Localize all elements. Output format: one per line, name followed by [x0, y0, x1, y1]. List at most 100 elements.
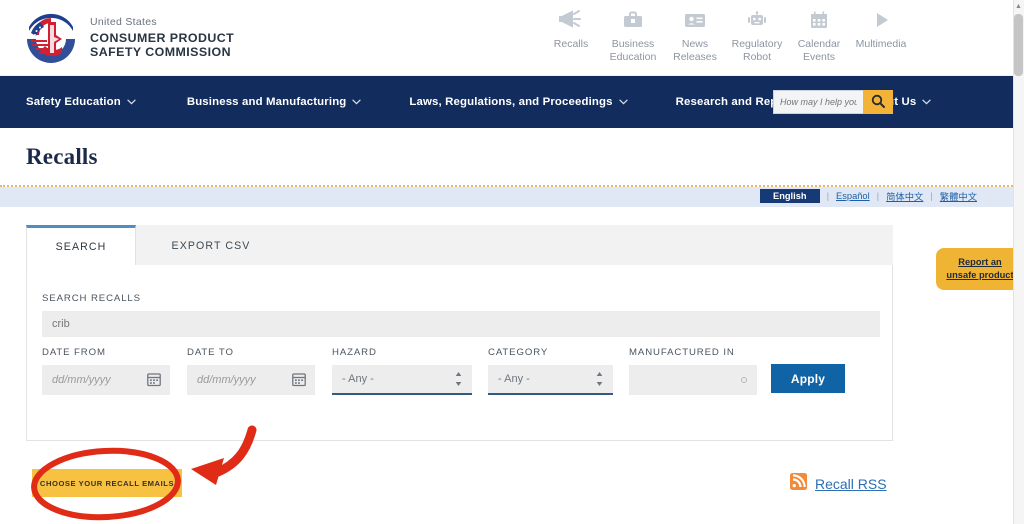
hazard-group: HAZARD - Any - [332, 347, 472, 395]
search-input[interactable] [773, 90, 863, 114]
language-separator: | [930, 190, 933, 202]
manufactured-in-input[interactable] [629, 365, 757, 395]
language-active-english[interactable]: English [760, 189, 820, 203]
utility-item-label: Calendar [797, 38, 841, 50]
scroll-up-arrow-icon[interactable]: ▲ [1014, 1, 1023, 11]
brand-line-small: United States [90, 16, 157, 29]
utility-item-regulatory-robot[interactable]: Regulatory Robot [726, 8, 788, 64]
category-group: CATEGORY - Any - [488, 347, 613, 395]
id-card-icon [664, 8, 726, 34]
category-select[interactable]: - Any - [488, 365, 613, 395]
calendar-icon[interactable] [292, 372, 306, 392]
manufactured-in-label: MANUFACTURED IN [629, 347, 735, 358]
panel-tabs: SEARCH EXPORT CSV [26, 225, 286, 265]
search-submit-button[interactable] [863, 90, 893, 114]
search-recalls-input[interactable] [42, 311, 880, 337]
utility-item-label-2: Releases [673, 51, 717, 64]
filter-row: DATE FROM dd/mm/yyyy DATE TO dd/mm/yyyy [42, 347, 880, 395]
report-tab-line-1: Report an [958, 257, 1002, 268]
nav-item-label: Safety Education [26, 96, 121, 108]
utility-item-label: Regulatory [731, 38, 783, 50]
page-root: United States CONSUMER PRODUCT SAFETY CO… [0, 0, 1024, 524]
brand-logo[interactable]: United States CONSUMER PRODUCT SAFETY CO… [22, 9, 234, 67]
utility-item-multimedia[interactable]: Multimedia [850, 8, 912, 64]
date-from-input[interactable]: dd/mm/yyyy [42, 365, 170, 395]
category-value: - Any - [498, 373, 530, 385]
recall-rss-link[interactable]: Recall RSS [790, 473, 887, 495]
utility-item-recalls[interactable]: Recalls [540, 8, 602, 64]
scrollbar-thumb[interactable] [1014, 14, 1023, 76]
red-arrow-head-icon [191, 458, 224, 485]
page-title-area: Recalls [0, 128, 1013, 186]
date-to-placeholder: dd/mm/yyyy [197, 374, 256, 386]
date-to-group: DATE TO dd/mm/yyyy [187, 347, 315, 395]
utility-item-label-2: Events [802, 51, 836, 64]
utility-item-label: News [681, 38, 709, 50]
language-link-traditional-chinese[interactable]: 繁體中文 [940, 189, 977, 203]
apply-button[interactable]: Apply [771, 364, 845, 393]
date-from-placeholder: dd/mm/yyyy [52, 374, 111, 386]
recall-rss-label: Recall RSS [815, 476, 887, 492]
nav-item-safety-education[interactable]: Safety Education [26, 96, 136, 108]
main-navigation: Safety Education Business and Manufactur… [0, 76, 1013, 128]
header-search [773, 90, 893, 114]
calendar-icon[interactable] [147, 372, 161, 392]
language-bar: English | Español | 简体中文 | 繁體中文 [0, 187, 1013, 207]
search-recalls-group: SEARCH RECALLS [42, 293, 880, 337]
robot-icon [726, 8, 788, 34]
search-panel-zone: SEARCH EXPORT CSV SEARCH RECALLS DATE FR… [0, 207, 1013, 462]
tab-search[interactable]: SEARCH [26, 225, 136, 265]
chevron-down-icon [922, 96, 932, 108]
report-tab-label: Report an unsafe product [946, 256, 1013, 281]
search-form-panel: SEARCH RECALLS DATE FROM dd/mm/yyyy DATE… [26, 265, 893, 441]
select-stepper-icon [455, 371, 462, 388]
megaphone-icon [540, 8, 602, 34]
date-from-label: DATE FROM [42, 347, 106, 358]
site-header: United States CONSUMER PRODUCT SAFETY CO… [0, 0, 1013, 76]
utility-item-label: Multimedia [855, 38, 907, 50]
select-stepper-icon [596, 371, 603, 388]
nav-item-business-and-manufacturing[interactable]: Business and Manufacturing [187, 96, 362, 108]
utility-item-label-2: Education [609, 51, 657, 64]
brand-line-2: SAFETY COMMISSION [90, 45, 231, 60]
tab-label: EXPORT CSV [171, 239, 251, 252]
manufactured-in-group: MANUFACTURED IN [629, 347, 757, 395]
utility-item-label-2: Robot [742, 51, 772, 64]
calendar-icon [788, 8, 850, 34]
apply-group: Apply [771, 347, 845, 393]
tab-label: SEARCH [55, 240, 107, 253]
brand-line-1: CONSUMER PRODUCT [90, 30, 235, 45]
nav-item-label: Business and Manufacturing [186, 96, 347, 108]
utility-item-news-releases[interactable]: News Releases [664, 8, 726, 64]
language-link-simplified-chinese[interactable]: 简体中文 [886, 189, 923, 203]
utility-item-business-education[interactable]: Business Education [602, 8, 664, 64]
rss-icon [790, 473, 807, 495]
hazard-select[interactable]: - Any - [332, 365, 472, 395]
utility-item-label: Recalls [553, 38, 589, 50]
vertical-scrollbar[interactable]: ▲ [1013, 0, 1024, 524]
search-icon [871, 94, 885, 111]
category-label: CATEGORY [488, 347, 549, 358]
report-tab-line-2: unsafe product [946, 270, 1014, 280]
date-to-label: DATE TO [187, 347, 234, 358]
utility-item-label: Business [611, 38, 655, 50]
chevron-down-icon [126, 96, 136, 108]
language-link-espanol[interactable]: Español [836, 191, 870, 201]
cpsc-seal-icon [22, 9, 80, 67]
hazard-label: HAZARD [332, 347, 377, 358]
chevron-down-icon [352, 96, 362, 108]
hazard-value: - Any - [342, 373, 374, 385]
language-switcher: English | Español | 简体中文 | 繁體中文 [760, 189, 977, 203]
tab-export-csv[interactable]: EXPORT CSV [136, 225, 286, 265]
nav-item-label: Laws, Regulations, and Proceedings [409, 96, 613, 108]
page-title: Recalls [26, 144, 98, 169]
play-icon [850, 8, 912, 34]
choose-recall-emails-button[interactable]: CHOOSE YOUR RECALL EMAILS [32, 469, 182, 497]
nav-item-laws-regulations-proceedings[interactable]: Laws, Regulations, and Proceedings [409, 96, 628, 108]
briefcase-icon [602, 8, 664, 34]
utility-item-calendar-events[interactable]: Calendar Events [788, 8, 850, 64]
chevron-down-icon [618, 96, 628, 108]
language-separator: | [826, 190, 830, 202]
report-unsafe-product-tab[interactable]: Report an unsafe product [936, 248, 1024, 290]
date-to-input[interactable]: dd/mm/yyyy [187, 365, 315, 395]
